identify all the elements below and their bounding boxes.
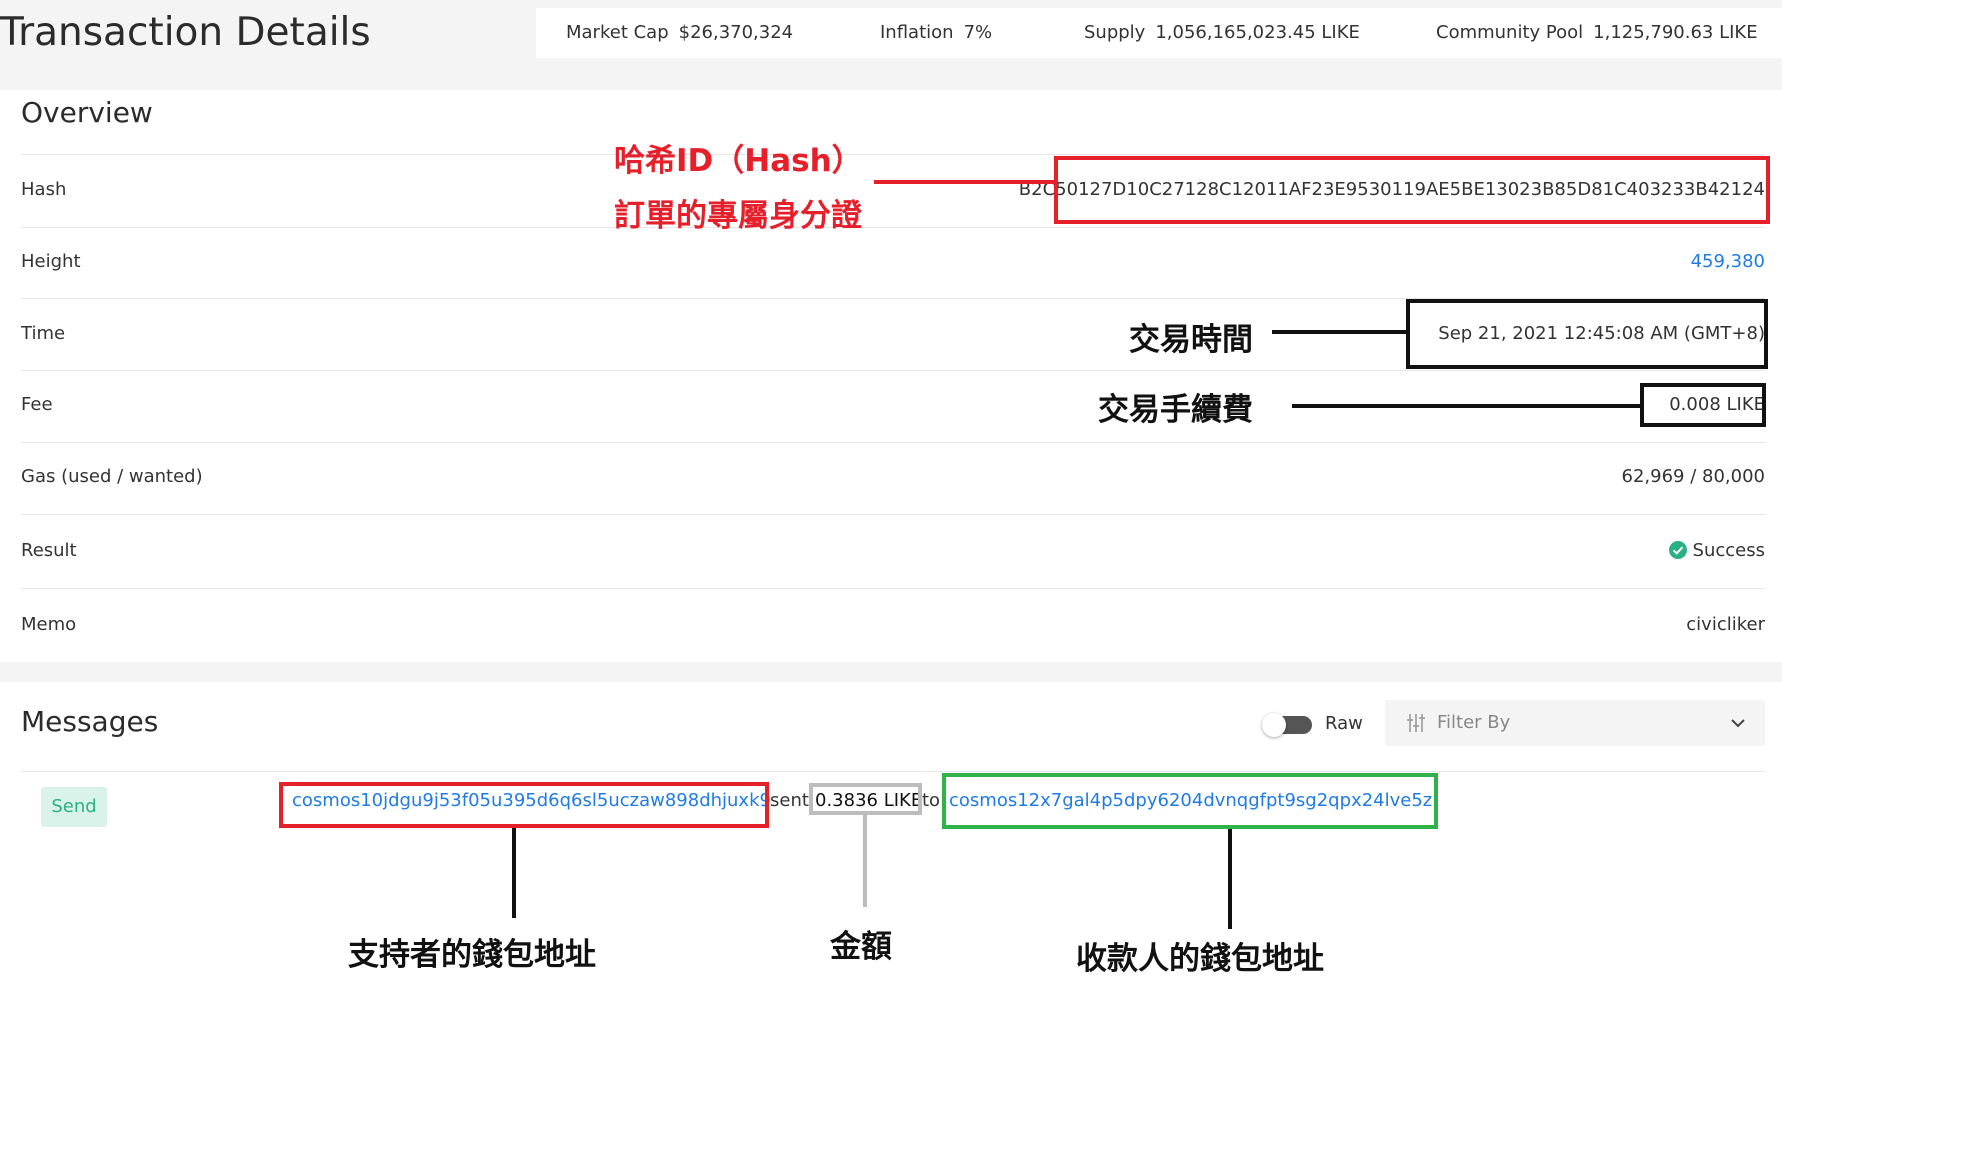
fee-label: Fee: [21, 394, 53, 415]
filter-icon: [1405, 712, 1427, 738]
stat-inflation: Inflation 7%: [880, 8, 992, 58]
divider: [21, 442, 1765, 443]
receiver-pointer-line: [1228, 829, 1232, 929]
hash-annotation-line1: 哈希ID（Hash）: [614, 143, 863, 179]
stat-value: 1,125,790.63 LIKE: [1593, 22, 1758, 43]
time-annotation: 交易時間: [1129, 322, 1253, 358]
divider: [21, 154, 1765, 155]
result-text: Success: [1692, 540, 1765, 561]
stat-value: 7%: [963, 22, 993, 43]
divider: [21, 370, 1765, 371]
stat-label: Market Cap: [566, 22, 669, 43]
amount-highlight-box: [809, 783, 922, 815]
chevron-down-icon: [1729, 714, 1747, 736]
message-type-badge: Send: [41, 787, 107, 827]
stat-market-cap: Market Cap $26,370,324: [566, 8, 793, 58]
stat-value: 1,056,165,023.45 LIKE: [1155, 22, 1360, 43]
stat-label: Supply: [1084, 22, 1146, 43]
divider: [21, 588, 1765, 589]
to-word: to: [922, 790, 941, 811]
sender-pointer-line: [512, 828, 516, 918]
stat-supply: Supply 1,056,165,023.45 LIKE: [1084, 8, 1360, 58]
time-label: Time: [21, 323, 66, 344]
success-check-icon: [1668, 541, 1687, 564]
hash-pointer-line: [874, 180, 1054, 184]
gas-value: 62,969 / 80,000: [1621, 466, 1765, 487]
receiver-highlight-box: [942, 773, 1438, 829]
divider: [21, 514, 1765, 515]
overview-title: Overview: [21, 96, 153, 129]
stat-label: Community Pool: [1436, 22, 1584, 43]
result-label: Result: [21, 540, 77, 561]
time-highlight-box: [1406, 299, 1768, 369]
fee-pointer-line: [1292, 404, 1640, 408]
fee-annotation: 交易手續費: [1098, 392, 1253, 428]
page-title: Transaction Details: [0, 10, 371, 55]
amount-annotation: 金額: [830, 929, 892, 965]
divider: [21, 771, 1765, 772]
memo-label: Memo: [21, 614, 77, 635]
stat-value: $26,370,324: [678, 22, 794, 43]
time-pointer-line: [1272, 330, 1406, 334]
gas-label: Gas (used / wanted): [21, 466, 203, 487]
amount-pointer-line: [863, 815, 867, 907]
stats-bar: Market Cap $26,370,324 Inflation 7% Supply…: [536, 8, 1782, 58]
memo-value: civicliker: [1686, 614, 1765, 635]
fee-highlight-box: [1640, 383, 1766, 427]
hash-highlight-box: [1054, 156, 1770, 224]
stat-community-pool: Community Pool 1,125,790.63 LIKE: [1436, 8, 1758, 58]
height-label: Height: [21, 251, 81, 272]
receiver-annotation: 收款人的錢包地址: [1076, 941, 1324, 977]
hash-annotation-line2: 訂單的專屬身分證: [614, 198, 862, 234]
sent-word: sent: [770, 790, 809, 811]
toggle-knob: [1262, 713, 1286, 737]
hash-label: Hash: [21, 179, 67, 200]
height-link[interactable]: 459,380: [1691, 251, 1765, 272]
filter-placeholder: Filter By: [1437, 712, 1511, 733]
card-gap: [0, 662, 1782, 682]
stat-label: Inflation: [880, 22, 954, 43]
raw-toggle[interactable]: [1262, 713, 1312, 737]
sender-highlight-box: [279, 782, 769, 828]
filter-select[interactable]: Filter By: [1385, 700, 1765, 746]
divider: [21, 227, 1765, 228]
sender-annotation: 支持者的錢包地址: [348, 937, 596, 973]
result-value: Success: [1668, 540, 1765, 564]
raw-label: Raw: [1325, 713, 1363, 734]
messages-title: Messages: [21, 705, 159, 738]
